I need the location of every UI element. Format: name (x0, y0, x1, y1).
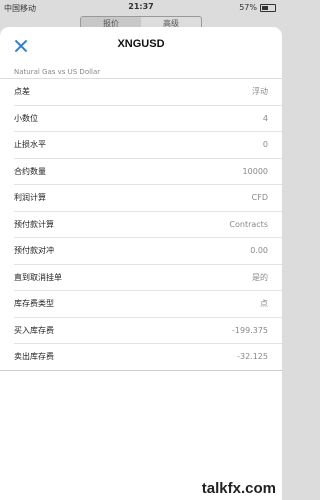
watermark: talkfx.com (201, 480, 276, 497)
spec-label: 小数位 (14, 113, 38, 123)
spec-row-profit-calc: 利润计算 CFD (14, 185, 282, 212)
spec-label: 合约数量 (14, 166, 46, 176)
spec-value: 4 (262, 113, 268, 123)
spec-label: 预付款计算 (14, 219, 54, 229)
status-bar: 中国移动 21:37 57% (0, 0, 282, 14)
spec-label: 库存费类型 (14, 299, 54, 309)
spec-label: 直到取消挂单 (14, 272, 62, 282)
spec-value: CFD (251, 193, 268, 203)
spec-value: 0 (262, 140, 268, 150)
battery-percent: 57% (239, 3, 257, 12)
battery-indicator: 57% (239, 3, 276, 12)
spec-row-gtc: 直到取消挂单 是的 (14, 265, 282, 291)
symbol-description: Natural Gas vs US Dollar (0, 65, 282, 79)
spec-label: 点差 (14, 87, 30, 97)
spec-row-stops-level: 止损水平 0 (14, 132, 282, 159)
symbol-spec-sheet: XNGUSD Natural Gas vs US Dollar 点差 浮动 小数… (0, 27, 282, 500)
spec-value: 0.00 (250, 246, 268, 256)
spec-row-swap-type: 库存费类型 点 (14, 291, 282, 318)
spec-row-swap-long: 买入库存费 -199.375 (14, 318, 282, 344)
spec-value: Contracts (229, 219, 268, 229)
spec-row-margin-hedge: 预付款对冲 0.00 (14, 238, 282, 265)
page-title: XNGUSD (117, 38, 165, 50)
spec-label: 卖出库存费 (14, 352, 54, 362)
spec-label: 利润计算 (14, 193, 46, 203)
spec-row-contract-size: 合约数量 10000 (14, 159, 282, 185)
spec-label: 止损水平 (14, 140, 46, 150)
spec-value: 浮动 (252, 87, 268, 97)
spec-row-margin-calc: 预付款计算 Contracts (14, 212, 282, 238)
spec-label: 买入库存费 (14, 325, 54, 335)
battery-icon (260, 3, 276, 12)
spec-value: 是的 (252, 272, 268, 282)
spec-row-digits: 小数位 4 (14, 106, 282, 132)
spec-value: -199.375 (232, 325, 268, 335)
spec-row-spread: 点差 浮动 (14, 79, 282, 106)
spec-label: 预付款对冲 (14, 246, 54, 256)
spec-value: 10000 (242, 166, 268, 176)
sheet-header: XNGUSD (0, 27, 282, 65)
spec-value: -32.125 (237, 352, 268, 362)
spec-value: 点 (260, 299, 268, 309)
spec-row-swap-short: 卖出库存费 -32.125 (0, 344, 282, 371)
